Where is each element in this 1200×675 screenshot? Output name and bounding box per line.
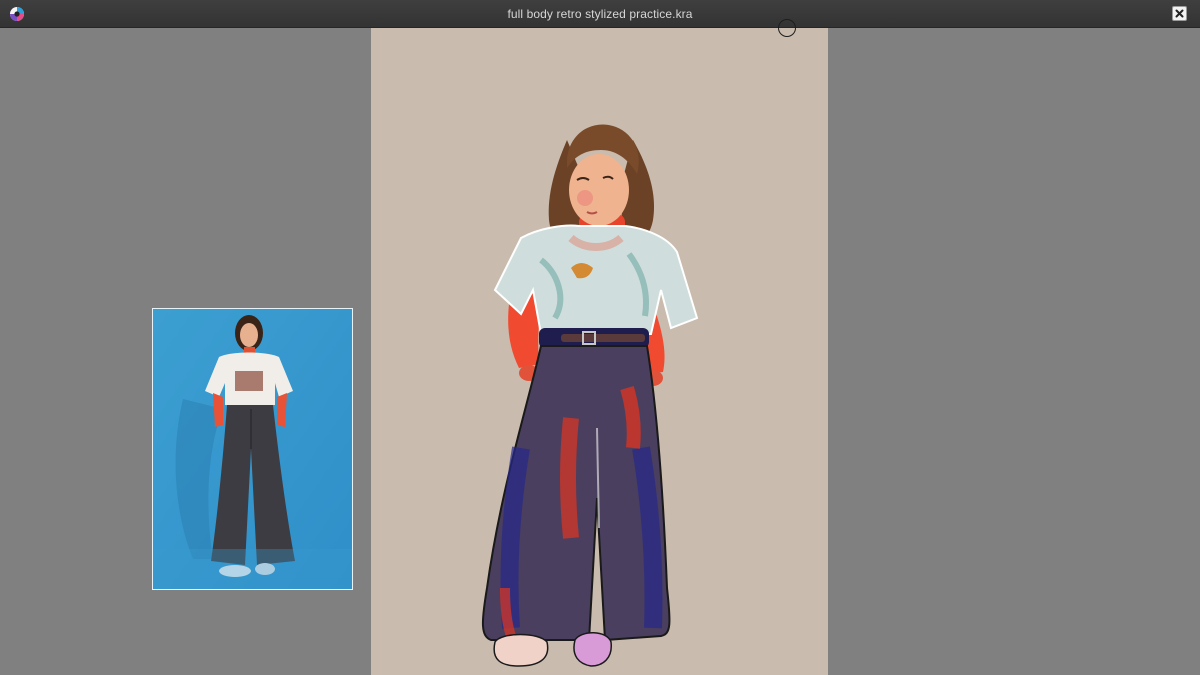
window-title: full body retro stylized practice.kra [507, 7, 693, 21]
title-bar[interactable]: full body retro stylized practice.kra [0, 0, 1200, 28]
brush-cursor-icon [778, 19, 796, 37]
close-icon [1175, 9, 1184, 18]
reference-photo [153, 309, 352, 589]
illustration [481, 124, 699, 667]
close-button[interactable] [1172, 6, 1187, 21]
drawing-canvas[interactable] [371, 28, 828, 675]
reference-image-panel[interactable] [152, 308, 353, 590]
